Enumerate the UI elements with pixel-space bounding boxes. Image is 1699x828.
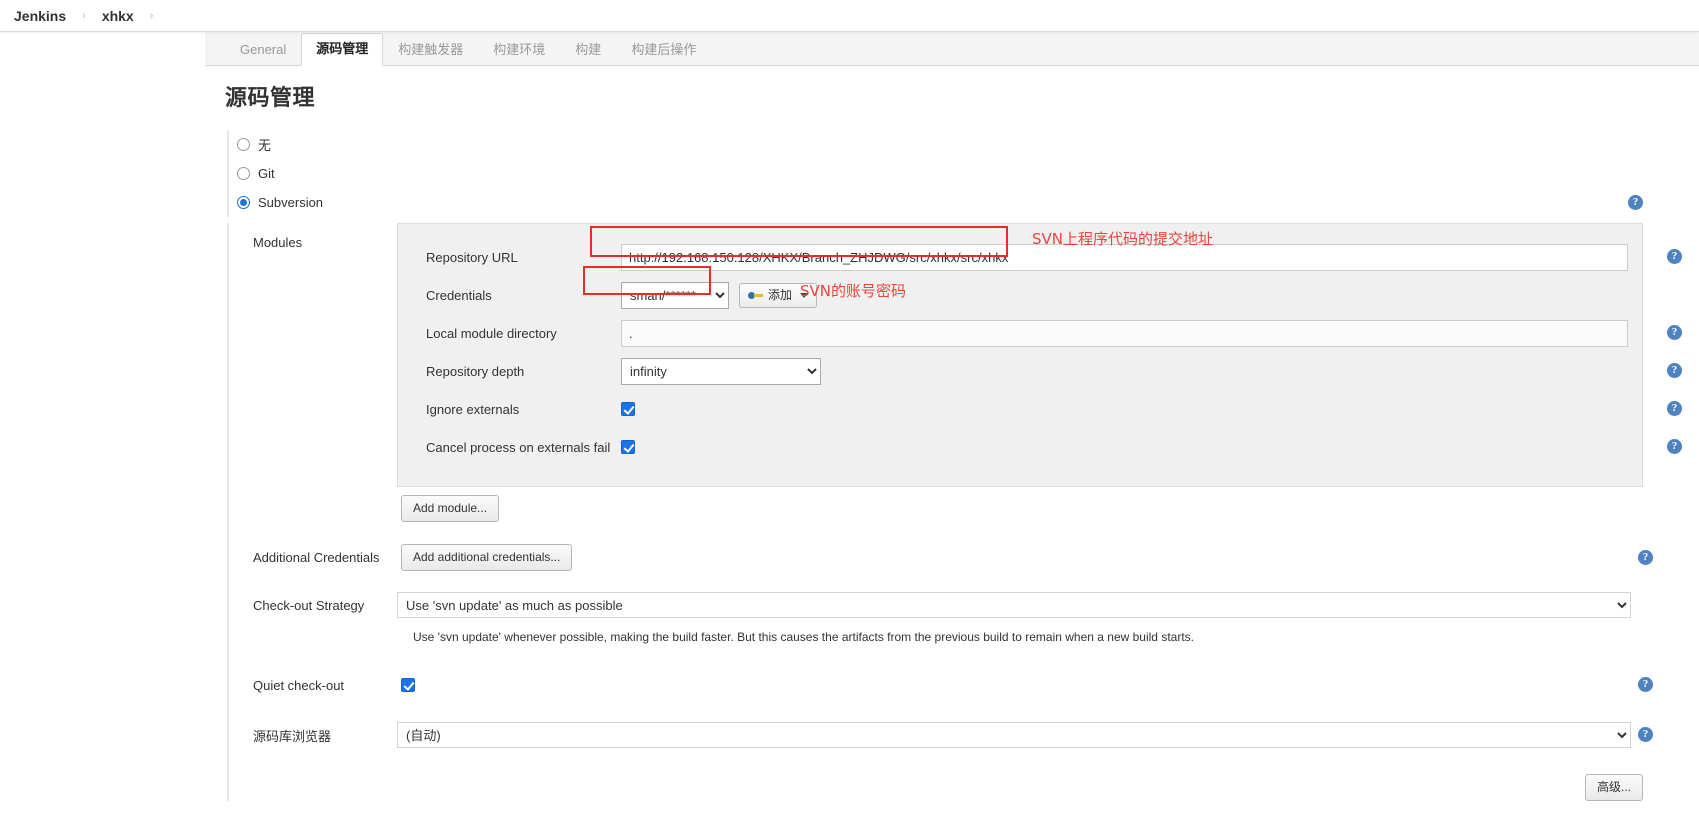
credentials-label: Credentials	[426, 287, 492, 303]
add-module-button[interactable]: Add module...	[401, 495, 500, 522]
annotation-text-repository-url: SVN上程序代码的提交地址	[1032, 230, 1214, 248]
tab-general[interactable]: General	[225, 34, 301, 66]
credentials-select[interactable]: sman/******	[621, 281, 729, 309]
config-content: General 源码管理 构建触发器 构建环境 构建 构建后操作 源码管理 无 …	[205, 32, 1699, 828]
row-cancel-process-externals-fail: Cancel process on externals fail ?	[398, 428, 1682, 466]
scm-option-none-label: 无	[258, 138, 272, 153]
checkout-strategy-label: Check-out Strategy	[253, 597, 365, 613]
advanced-row: 高级...	[237, 774, 1699, 801]
help-icon-additional-credentials[interactable]: ?	[1638, 550, 1653, 565]
row-ignore-externals: Ignore externals ?	[398, 390, 1682, 428]
repository-depth-label: Repository depth	[426, 363, 525, 379]
row-credentials: Credentials sman/****** 添加	[398, 276, 1642, 314]
row-checkout-strategy: Check-out Strategy Use 'svn update' as m…	[237, 588, 1699, 622]
quiet-checkout-label: Quiet check-out	[253, 677, 345, 693]
scm-option-subversion[interactable]: Subversion ?	[237, 188, 1699, 217]
local-module-directory-input[interactable]	[621, 319, 1628, 347]
local-module-directory-label: Local module directory	[426, 325, 557, 341]
modules-label: Modules	[253, 235, 303, 250]
repository-browser-label: 源码库浏览器	[253, 728, 332, 744]
ignore-externals-checkbox[interactable]	[621, 402, 635, 416]
subversion-config: Modules Repository URL ? Credentials	[227, 223, 1699, 801]
scm-option-none[interactable]: 无	[237, 130, 1699, 159]
help-icon-subversion[interactable]: ?	[1628, 195, 1643, 210]
scm-option-subversion-label: Subversion	[258, 195, 324, 210]
row-quiet-checkout: Quiet check-out ?	[237, 668, 1699, 702]
radio-subversion-icon[interactable]	[237, 196, 250, 209]
repository-browser-select[interactable]: (自动)	[397, 722, 1631, 748]
checkout-strategy-select[interactable]: Use 'svn update' as much as possible	[397, 592, 1631, 618]
breadcrumb-item-jenkins[interactable]: Jenkins	[12, 8, 68, 24]
tab-scm[interactable]: 源码管理	[301, 33, 384, 66]
config-tabbar: General 源码管理 构建触发器 构建环境 构建 构建后操作	[205, 32, 1699, 66]
help-icon-local-module-directory[interactable]: ?	[1667, 325, 1682, 340]
cancel-process-externals-fail-label: Cancel process on externals fail	[426, 439, 611, 455]
help-icon-repository-url[interactable]: ?	[1667, 249, 1682, 264]
advanced-button[interactable]: 高级...	[1584, 774, 1643, 801]
left-rail	[0, 32, 205, 828]
quiet-checkout-checkbox[interactable]	[401, 678, 415, 692]
help-icon-quiet-checkout[interactable]: ?	[1638, 677, 1653, 692]
help-icon-cancel-process-externals-fail[interactable]: ?	[1667, 439, 1682, 454]
help-icon-repository-browser[interactable]: ?	[1638, 727, 1653, 742]
radio-none-icon[interactable]	[237, 138, 250, 151]
repository-depth-select[interactable]: infinity	[621, 357, 821, 385]
tab-build-environment[interactable]: 构建环境	[478, 34, 560, 66]
modules-section: Modules Repository URL ? Credentials	[237, 223, 1699, 487]
scm-option-git[interactable]: Git	[237, 159, 1699, 188]
modules-panel: Repository URL ? Credentials sman/******	[397, 223, 1682, 487]
breadcrumb-item-xhkx[interactable]: xhkx	[100, 8, 136, 24]
row-repository-depth: Repository depth infinity ?	[398, 352, 1682, 390]
add-additional-credentials-button[interactable]: Add additional credentials...	[401, 543, 573, 571]
tab-post-build[interactable]: 构建后操作	[616, 34, 711, 66]
cancel-process-externals-fail-checkbox[interactable]	[621, 440, 635, 454]
breadcrumb: Jenkins › xhkx ›	[0, 0, 1699, 32]
tab-build-triggers[interactable]: 构建触发器	[383, 34, 478, 66]
radio-git-icon[interactable]	[237, 167, 250, 180]
row-repository-browser: 源码库浏览器 (自动) ?	[237, 718, 1699, 752]
key-icon	[748, 290, 763, 301]
row-repository-url: Repository URL ?	[398, 238, 1682, 276]
additional-credentials-label: Additional Credentials	[253, 549, 380, 565]
repository-url-label: Repository URL	[426, 249, 518, 265]
help-icon-repository-depth[interactable]: ?	[1667, 363, 1682, 378]
annotation-text-credentials: SVN的账号密码	[800, 282, 907, 300]
scm-option-git-label: Git	[258, 166, 275, 181]
tab-build[interactable]: 构建	[560, 34, 616, 66]
row-checkout-strategy-description: Use 'svn update' whenever possible, maki…	[237, 622, 1699, 652]
scm-radio-group: 无 Git Subversion ?	[227, 130, 1699, 217]
page-body: General 源码管理 构建触发器 构建环境 构建 构建后操作 源码管理 无 …	[0, 32, 1699, 828]
row-local-module-directory: Local module directory ?	[398, 314, 1682, 352]
add-module-row: Add module...	[237, 495, 1699, 522]
row-additional-credentials: Additional Credentials Add additional cr…	[237, 540, 1699, 574]
page-title: 源码管理	[225, 85, 316, 110]
breadcrumb-separator-2: ›	[149, 9, 154, 22]
checkout-strategy-description: Use 'svn update' whenever possible, maki…	[413, 630, 1194, 644]
ignore-externals-label: Ignore externals	[426, 401, 520, 417]
add-credentials-label: 添加	[768, 287, 793, 302]
help-icon-ignore-externals[interactable]: ?	[1667, 401, 1682, 416]
breadcrumb-separator-1: ›	[82, 9, 86, 22]
